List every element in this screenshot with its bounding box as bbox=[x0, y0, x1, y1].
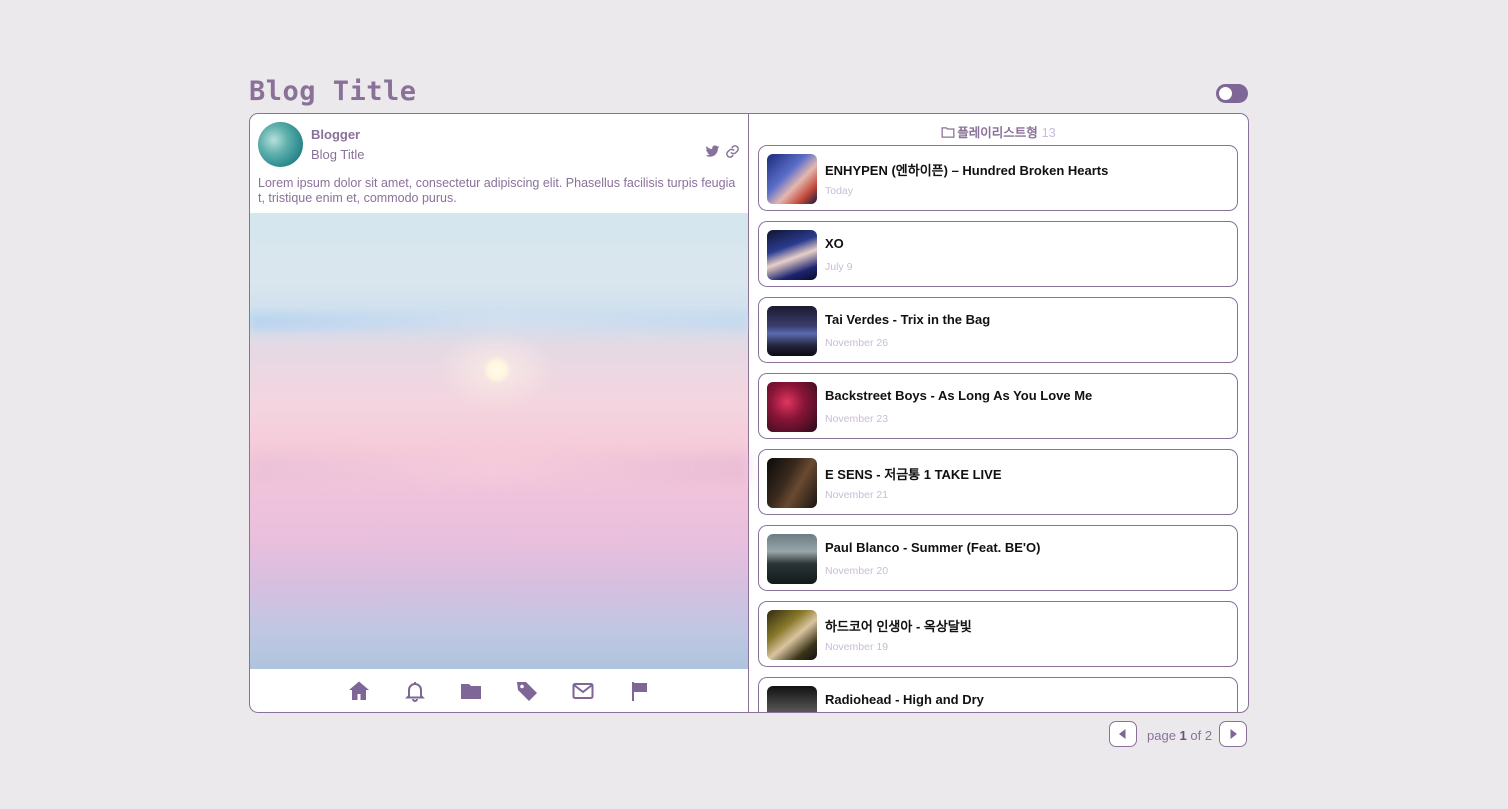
item-title: Backstreet Boys - As Long As You Love Me bbox=[825, 388, 1093, 403]
list-item[interactable]: E SENS - 저금통 1 TAKE LIVE November 21 bbox=[758, 449, 1238, 515]
item-title: XO bbox=[825, 236, 844, 251]
page-of: of bbox=[1190, 728, 1202, 743]
blog-description: Lorem ipsum dolor sit amet, consectetur … bbox=[258, 176, 736, 205]
twitter-icon[interactable] bbox=[705, 144, 720, 159]
item-title: Paul Blanco - Summer (Feat. BE'O) bbox=[825, 540, 1041, 555]
list-item[interactable]: 하드코어 인생아 - 옥상달빛 November 19 bbox=[758, 601, 1238, 667]
video-thumbnail bbox=[767, 686, 817, 712]
profile-panel: Blogger Blog Title Lorem ipsum dolor sit… bbox=[250, 114, 749, 712]
playlist-panel: 플레이리스트형 13 ENHYPEN (엔하이픈) – Hundred Broke… bbox=[749, 114, 1248, 712]
flag-icon[interactable] bbox=[627, 679, 651, 703]
bottom-nav bbox=[250, 669, 748, 712]
post-count: 13 bbox=[1041, 126, 1056, 140]
social-links bbox=[705, 144, 740, 159]
video-thumbnail bbox=[767, 306, 817, 356]
video-thumbnail bbox=[767, 610, 817, 660]
main-card: Blogger Blog Title Lorem ipsum dolor sit… bbox=[249, 113, 1249, 713]
list-item[interactable]: Paul Blanco - Summer (Feat. BE'O) Novemb… bbox=[758, 525, 1238, 591]
current-page: 1 bbox=[1179, 728, 1187, 743]
total-pages: 2 bbox=[1204, 728, 1213, 743]
video-thumbnail bbox=[767, 230, 817, 280]
tag-icon[interactable] bbox=[515, 679, 539, 703]
list-item[interactable]: XO July 9 bbox=[758, 221, 1238, 287]
item-title: ENHYPEN (엔하이픈) – Hundred Broken Hearts bbox=[825, 163, 1109, 178]
item-date: November 26 bbox=[825, 337, 889, 349]
page-label: page bbox=[1147, 728, 1176, 743]
item-date: November 21 bbox=[825, 489, 889, 501]
blog-subtitle: Blog Title bbox=[311, 147, 365, 162]
blogger-name[interactable]: Blogger bbox=[311, 127, 360, 142]
video-thumbnail bbox=[767, 458, 817, 508]
blog-title: Blog Title bbox=[249, 76, 417, 107]
video-thumbnail bbox=[767, 534, 817, 584]
item-title: E SENS - 저금통 1 TAKE LIVE bbox=[825, 467, 1002, 482]
item-date: November 23 bbox=[825, 413, 889, 425]
item-date: November 19 bbox=[825, 641, 889, 653]
home-icon[interactable] bbox=[347, 679, 371, 703]
folder-icon[interactable] bbox=[459, 679, 483, 703]
link-icon[interactable] bbox=[725, 144, 740, 159]
pagination-status: page 1 of 2 bbox=[1147, 728, 1212, 743]
list-item[interactable]: Backstreet Boys - As Long As You Love Me… bbox=[758, 373, 1238, 439]
list-item[interactable]: Tai Verdes - Trix in the Bag November 26 bbox=[758, 297, 1238, 363]
item-title: Tai Verdes - Trix in the Bag bbox=[825, 312, 991, 327]
folder-outline-icon bbox=[941, 127, 955, 138]
item-date: November 20 bbox=[825, 565, 889, 577]
video-thumbnail bbox=[767, 382, 817, 432]
video-thumbnail bbox=[767, 154, 817, 204]
avatar[interactable] bbox=[258, 122, 303, 167]
mail-icon[interactable] bbox=[571, 679, 595, 703]
list-item[interactable]: ENHYPEN (엔하이픈) – Hundred Broken Hearts T… bbox=[758, 145, 1238, 211]
item-date: July 9 bbox=[825, 261, 853, 273]
bell-icon[interactable] bbox=[403, 679, 427, 703]
list-item[interactable]: Radiohead - High and Dry bbox=[758, 677, 1238, 712]
theme-toggle[interactable] bbox=[1216, 84, 1248, 103]
item-title: 하드코어 인생아 - 옥상달빛 bbox=[825, 619, 972, 634]
caret-right-icon bbox=[1230, 729, 1237, 739]
toggle-knob bbox=[1219, 87, 1232, 100]
cover-image bbox=[250, 213, 748, 669]
folder-header[interactable]: 플레이리스트형 13 bbox=[749, 122, 1248, 141]
folder-name: 플레이리스트형 bbox=[957, 126, 1038, 140]
next-page-button[interactable] bbox=[1219, 721, 1247, 747]
cloud-streak bbox=[250, 313, 748, 331]
item-date: Today bbox=[825, 185, 854, 197]
cloud-streak bbox=[250, 453, 748, 483]
prev-page-button[interactable] bbox=[1109, 721, 1137, 747]
caret-left-icon bbox=[1119, 729, 1126, 739]
item-title: Radiohead - High and Dry bbox=[825, 692, 984, 707]
